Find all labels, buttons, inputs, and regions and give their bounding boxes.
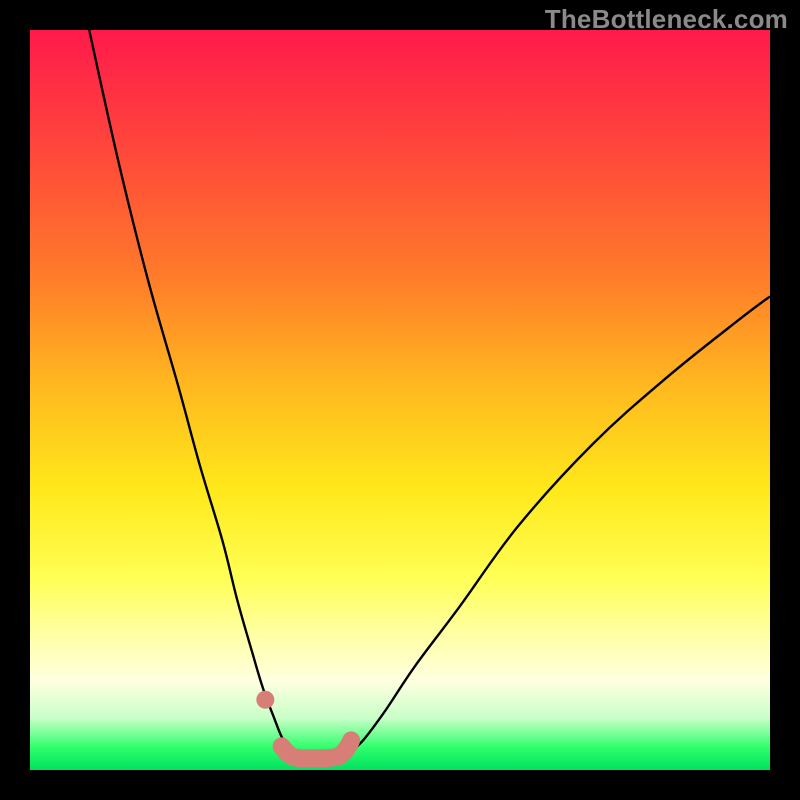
left-dot-marker [256,691,274,709]
plot-area [30,30,770,770]
chart-frame: TheBottleneck.com [0,0,800,800]
left-curve [89,30,298,755]
right-curve [341,296,770,755]
valley-marker [282,740,352,758]
chart-svg [30,30,770,770]
